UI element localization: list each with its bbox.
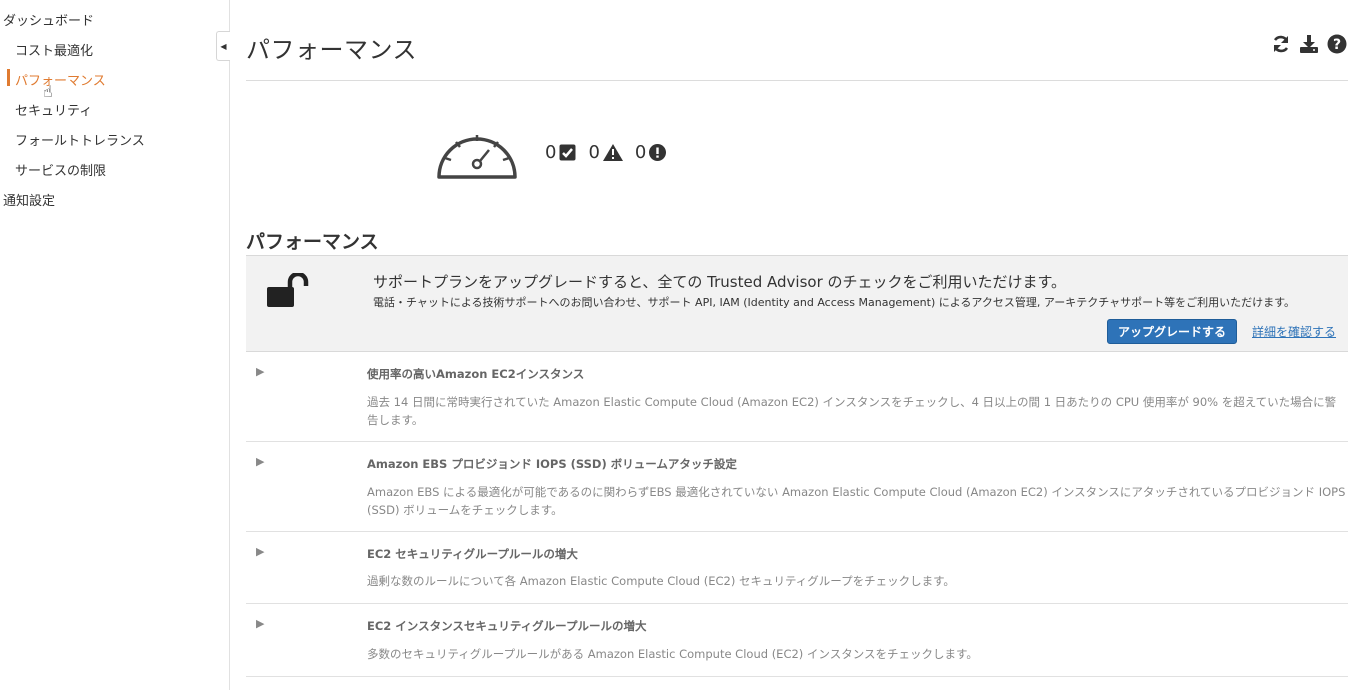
check-title[interactable]: EC2 インスタンスセキュリティグループルールの増大 bbox=[367, 618, 646, 634]
expand-triangle-icon[interactable]: ▶ bbox=[256, 545, 264, 558]
exclamation-circle-icon bbox=[649, 144, 667, 161]
sidebar-item-notifications[interactable]: 通知設定 bbox=[3, 190, 55, 209]
sidebar: ダッシュボード コスト最適化 パフォーマンス ☝ セキュリティ フォールトトレラ… bbox=[0, 0, 230, 690]
caret-left-icon: ◀ bbox=[220, 41, 227, 51]
expand-triangle-icon[interactable]: ▶ bbox=[256, 365, 264, 378]
check-description: Amazon EBS による最適化が可能であるのに関わらずEBS 最適化されてい… bbox=[367, 485, 1346, 517]
upgrade-button[interactable]: アップグレードする bbox=[1107, 319, 1237, 344]
check-square-icon bbox=[559, 144, 576, 161]
toolbar: ? bbox=[1270, 33, 1348, 55]
check-title[interactable]: EC2 セキュリティグループルールの増大 bbox=[367, 546, 578, 562]
check-item[interactable]: ▶ 使用率の高いAmazon EC2インスタンス 過去 14 日間に常時実行され… bbox=[246, 352, 1348, 442]
help-icon[interactable]: ? bbox=[1326, 33, 1348, 55]
check-item[interactable]: ▶ Amazon EBS プロビジョンド IOPS (SSD) ボリュームアタッ… bbox=[246, 442, 1348, 532]
expand-triangle-icon[interactable]: ▶ bbox=[256, 455, 264, 468]
collapse-sidebar-button[interactable]: ◀ bbox=[216, 31, 230, 61]
sidebar-item-fault-tolerance[interactable]: フォールトトレランス bbox=[15, 130, 145, 149]
unlock-icon bbox=[266, 271, 310, 313]
check-description: 過剰な数のルールについて各 Amazon Elastic Compute Clo… bbox=[367, 574, 955, 588]
check-title[interactable]: Amazon EBS プロビジョンド IOPS (SSD) ボリュームアタッチ設… bbox=[367, 456, 737, 472]
error-status: 0 bbox=[634, 142, 667, 163]
warning-status: 0 bbox=[588, 142, 623, 163]
active-indicator bbox=[7, 69, 10, 86]
ok-status: 0 bbox=[545, 142, 576, 163]
ok-count: 0 bbox=[545, 142, 557, 163]
check-title[interactable]: 使用率の高いAmazon EC2インスタンス bbox=[367, 366, 584, 382]
title-divider bbox=[246, 80, 1348, 81]
error-count: 0 bbox=[634, 142, 647, 163]
page-title: パフォーマンス bbox=[246, 36, 418, 64]
banner-title: サポートプランをアップグレードすると、全ての Trusted Advisor の… bbox=[373, 273, 1067, 291]
banner-description: 電話・チャットによる技術サポートへのお問い合わせ、サポート API, IAM (… bbox=[373, 296, 1295, 309]
check-item[interactable]: ▶ EC2 インスタンスセキュリティグループルールの増大 多数のセキュリティグル… bbox=[246, 604, 1348, 677]
sidebar-item-dashboard[interactable]: ダッシュボード bbox=[3, 10, 94, 29]
check-description: 過去 14 日間に常時実行されていた Amazon Elastic Comput… bbox=[367, 395, 1337, 427]
warning-count: 0 bbox=[588, 142, 600, 163]
upgrade-banner: サポートプランをアップグレードすると、全ての Trusted Advisor の… bbox=[246, 255, 1348, 352]
status-summary: 0 0 0 bbox=[545, 142, 676, 163]
sidebar-item-service-limits[interactable]: サービスの制限 bbox=[15, 160, 106, 179]
refresh-icon[interactable] bbox=[1270, 33, 1292, 55]
sidebar-item-security[interactable]: セキュリティ bbox=[15, 100, 92, 119]
sidebar-item-performance[interactable]: パフォーマンス bbox=[15, 70, 106, 89]
sidebar-item-cost-optimization[interactable]: コスト最適化 bbox=[15, 40, 93, 59]
check-item[interactable]: ▶ EC2 セキュリティグループルールの増大 過剰な数のルールについて各 Ama… bbox=[246, 532, 1348, 604]
expand-triangle-icon[interactable]: ▶ bbox=[256, 617, 264, 630]
section-title: パフォーマンス bbox=[246, 231, 379, 253]
svg-text:?: ? bbox=[1333, 37, 1341, 53]
download-icon[interactable] bbox=[1298, 33, 1320, 55]
warning-triangle-icon bbox=[602, 144, 623, 161]
check-description: 多数のセキュリティグループルールがある Amazon Elastic Compu… bbox=[367, 647, 978, 661]
speedometer-icon bbox=[434, 126, 520, 186]
hand-cursor-icon: ☝ bbox=[43, 82, 53, 101]
details-link[interactable]: 詳細を確認する bbox=[1252, 323, 1336, 340]
